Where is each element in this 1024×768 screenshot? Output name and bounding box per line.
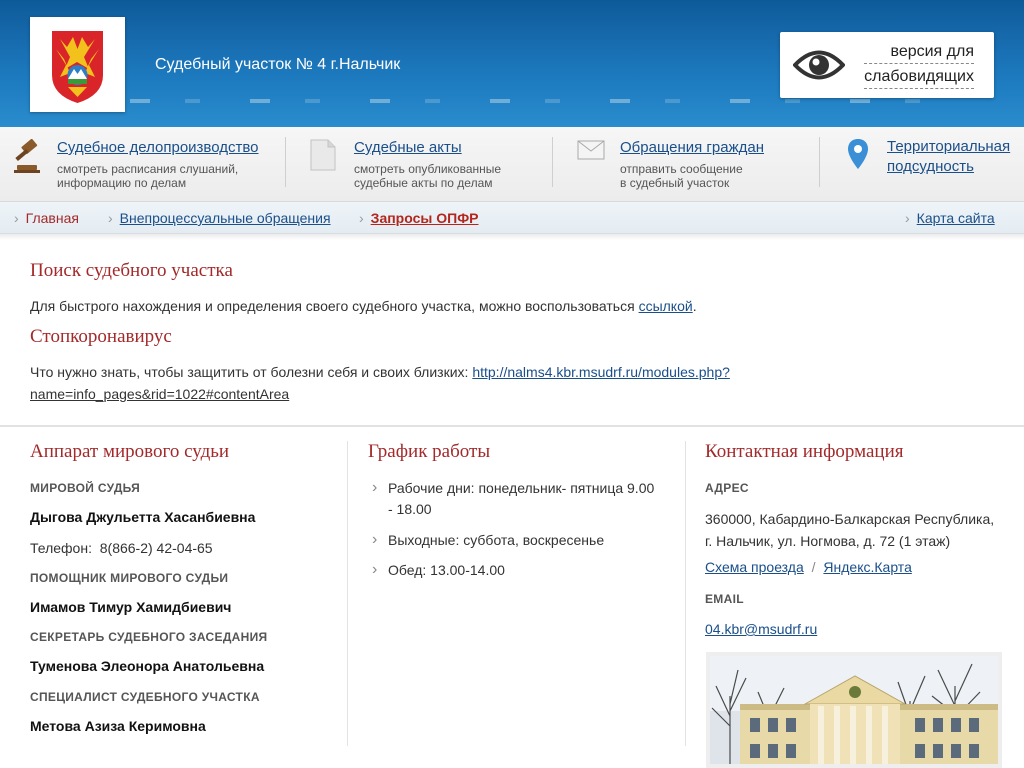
header-decoration [130,99,930,103]
coat-of-arms-logo[interactable] [30,17,125,112]
map-links: Схема проезда / Яндекс.Карта [705,559,912,575]
covid-paragraph: Что нужно знать, чтобы защитить от болез… [30,361,730,383]
address-line: г. Нальчик, ул. Ногмова, д. 72 (1 этаж) [705,533,951,549]
nav-item-court-proceedings[interactable]: Судебное делопроизводство смотреть распи… [12,127,282,202]
phone-label: Телефон: [30,540,92,556]
map-links-separator: / [811,559,816,575]
address-text: 360000, Кабардино-Балкарская Республика,… [705,508,994,552]
nav-title-jurisdiction[interactable]: Территориальная подсудность [887,137,1010,177]
low-vision-label-2: слабовидящих [864,66,974,89]
specialist-name: Метова Азиза Керимовна [30,718,206,734]
search-heading: Поиск судебного участка [30,260,233,281]
nav-sub-court-proceedings: смотреть расписания слушаний, информацию… [57,162,238,190]
map-pin-icon [847,138,869,175]
assistant-label: ПОМОЩНИК МИРОВОГО СУДЬИ [30,571,229,585]
column-divider [347,441,348,746]
nav-item-citizen-appeals[interactable]: Обращения граждан отправить сообщение в … [577,127,817,202]
secretary-name: Туменова Элеонора Анатольевна [30,658,265,674]
schedule-item-weekend: Выходные: суббота, воскресенье [368,529,604,551]
judge-phone: Телефон: 8(866-2) 42-04-65 [30,540,213,556]
search-paragraph: Для быстрого нахождения и определения св… [30,295,697,317]
judge-label: МИРОВОЙ СУДЬЯ [30,481,141,495]
nav-item-court-acts[interactable]: Судебные акты смотреть опубликованные су… [310,127,550,202]
site-title: Судебный участок № 4 г.Нальчик [155,56,401,73]
document-icon [310,139,336,176]
email-link[interactable]: 04.kbr@msudrf.ru [705,621,817,637]
low-vision-version-button[interactable]: версия для слабовидящих [780,32,994,98]
phone-number: 8(866-2) 42-04-65 [99,540,213,556]
schedule-item-workdays: Рабочие дни: понедельник- пятница 9.00 -… [368,477,668,520]
breadcrumb-current[interactable]: › Запросы ОПФР [359,210,478,226]
specialist-label: СПЕЦИАЛИСТ СУДЕБНОГО УЧАСТКА [30,690,260,704]
nav-title-court-proceedings[interactable]: Судебное делопроизводство [57,139,259,156]
nav-title-court-acts[interactable]: Судебные акты [354,139,462,156]
envelope-icon [577,140,605,165]
column-divider [685,441,686,746]
secretary-label: СЕКРЕТАРЬ СУДЕБНОГО ЗАСЕДАНИЯ [30,630,268,644]
breadcrumb: › Главная › Внепроцессуальные обращения › З… [0,202,1024,234]
route-scheme-link[interactable]: Схема проезда [705,559,804,575]
nav-divider [552,137,553,187]
nav-sub-line: смотреть опубликованные [354,162,502,176]
breadcrumb-sitemap[interactable]: › Карта сайта [905,210,995,226]
email-label: EMAIL [705,592,744,606]
nav-sub-line: смотреть расписания слушаний, [57,162,239,176]
assistant-name: Имамов Тимур Хамидбиевич [30,599,232,615]
covid-heading: Стопкоронавирус [30,326,172,347]
breadcrumb-home-label[interactable]: Главная [26,210,79,226]
nav-sub-line: судебные акты по делам [354,176,493,190]
court-building-photo [706,652,1002,768]
nav-sub-citizen-appeals: отправить сообщение в судебный участок [620,162,743,190]
breadcrumb-extraprocedural-link[interactable]: Внепроцессуальные обращения [120,210,331,226]
low-vision-label-1: версия для [864,41,974,64]
nav-title-line[interactable]: Территориальная [887,137,1010,157]
nav-title-line[interactable]: подсудность [887,157,1010,177]
judge-name: Дыгова Джульетта Хасанбиевна [30,509,256,525]
covid-text: Что нужно знать, чтобы защитить от болез… [30,364,469,380]
breadcrumb-home[interactable]: › Главная [14,210,79,226]
schedule-heading: График работы [368,441,491,462]
schedule-line: Рабочие дни: понедельник- пятница 9.00 [388,480,655,496]
search-period: . [692,298,697,314]
gavel-icon [12,138,44,178]
breadcrumb-extraprocedural[interactable]: › Внепроцессуальные обращения [108,210,331,226]
address-line: 360000, Кабардино-Балкарская Республика, [705,511,995,527]
eye-icon [792,46,846,89]
nav-divider [819,137,820,187]
yandex-map-link[interactable]: Яндекс.Карта [823,559,911,575]
nav-sub-line: отправить сообщение [620,162,743,176]
nav-sub-line: информацию по делам [57,176,187,190]
staff-heading: Аппарат мирового судьи [30,441,230,462]
covid-link-continuation[interactable]: name=info_pages&rid=1022#contentArea [30,383,289,405]
nav-title-citizen-appeals[interactable]: Обращения граждан [620,139,764,156]
chevron-right-icon: › [905,210,910,226]
address-label: АДРЕС [705,481,749,495]
sitemap-link[interactable]: Карта сайта [917,210,995,226]
schedule-line: - 18.00 [388,501,432,517]
nav-sub-line: в судебный участок [620,176,730,190]
breadcrumb-shadow [0,234,1024,240]
nav-item-jurisdiction[interactable]: Территориальная подсудность [845,127,1020,202]
section-divider [0,425,1024,427]
contacts-heading: Контактная информация [705,441,904,462]
schedule-item-lunch: Обед: 13.00-14.00 [368,559,505,581]
site-header: Судебный участок № 4 г.Нальчик версия дл… [0,0,1024,127]
covid-link[interactable]: http://nalms4.kbr.msudrf.ru/modules.php? [472,364,730,380]
nav-divider [285,137,286,187]
breadcrumb-current-link[interactable]: Запросы ОПФР [371,210,479,226]
top-navigation: Судебное делопроизводство смотреть распи… [0,127,1024,202]
nav-sub-court-acts: смотреть опубликованные судебные акты по… [354,162,501,190]
search-link[interactable]: ссылкой [639,298,693,314]
chevron-right-icon: › [14,210,19,226]
search-text: Для быстрого нахождения и определения св… [30,298,635,314]
chevron-right-icon: › [359,210,364,226]
chevron-right-icon: › [108,210,113,226]
